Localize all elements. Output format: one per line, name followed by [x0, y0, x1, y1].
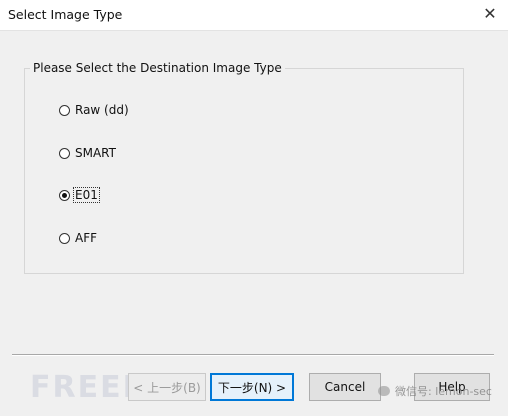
back-button[interactable]: < 上一步(B) [128, 373, 206, 401]
radio-option-raw-dd[interactable]: Raw (dd) [59, 101, 130, 119]
wechat-icon [378, 386, 390, 396]
groupbox-label: Please Select the Destination Image Type [30, 61, 285, 75]
radio-option-aff[interactable]: AFF [59, 229, 98, 247]
watermark-wechat: 微信号: lemon-sec [378, 383, 492, 399]
next-button[interactable]: 下一步(N) > [210, 373, 294, 401]
radio-button-selected-icon[interactable] [59, 189, 70, 201]
close-icon[interactable]: ✕ [478, 2, 502, 26]
radio-option-smart[interactable]: SMART [59, 144, 117, 162]
watermark-wechat-text: 微信号: lemon-sec [395, 385, 492, 398]
cancel-button[interactable]: Cancel [309, 373, 381, 401]
radio-label-e01: E01 [73, 187, 100, 203]
radio-label-aff: AFF [75, 231, 98, 245]
radio-label-smart: SMART [75, 146, 116, 160]
radio-label-raw-dd: Raw (dd) [75, 103, 129, 117]
radio-option-e01[interactable]: E01 [59, 186, 100, 204]
radio-button-icon[interactable] [59, 104, 70, 116]
window-title: Select Image Type [8, 7, 123, 22]
button-separator [12, 354, 494, 356]
radio-button-icon[interactable] [59, 147, 70, 159]
radio-button-icon[interactable] [59, 232, 70, 244]
title-bar: Select Image Type ✕ [0, 0, 508, 31]
